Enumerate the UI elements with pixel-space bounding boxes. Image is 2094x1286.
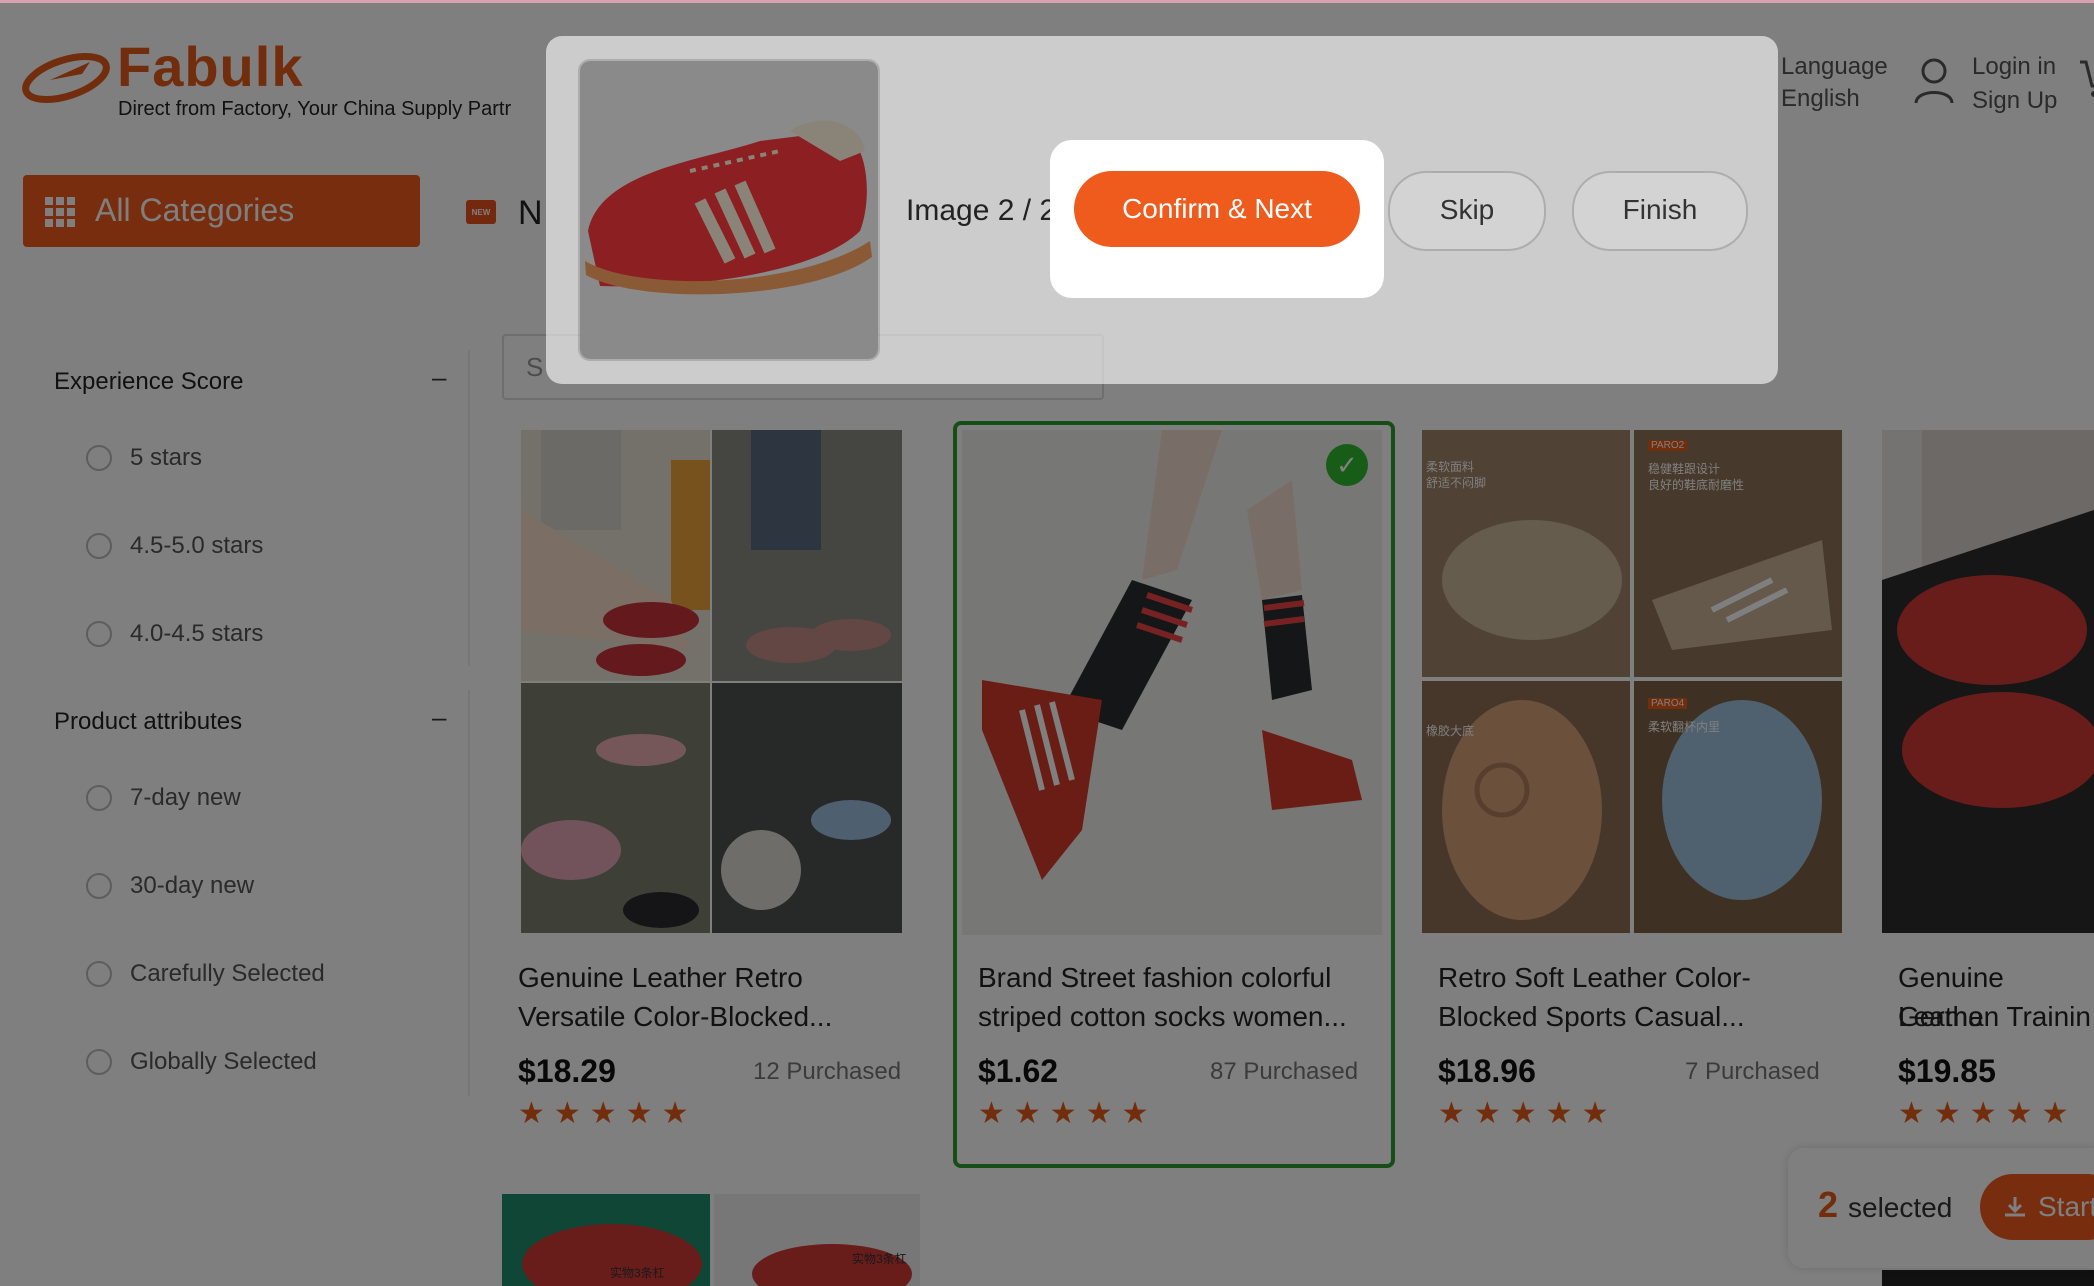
- finish-button[interactable]: Finish: [1572, 171, 1748, 251]
- dialog-thumbnail: [578, 59, 880, 361]
- top-border: [0, 0, 2094, 3]
- image-counter: Image 2 / 2: [906, 194, 1057, 227]
- confirm-next-button[interactable]: Confirm & Next: [1074, 171, 1360, 247]
- skip-button[interactable]: Skip: [1388, 171, 1546, 251]
